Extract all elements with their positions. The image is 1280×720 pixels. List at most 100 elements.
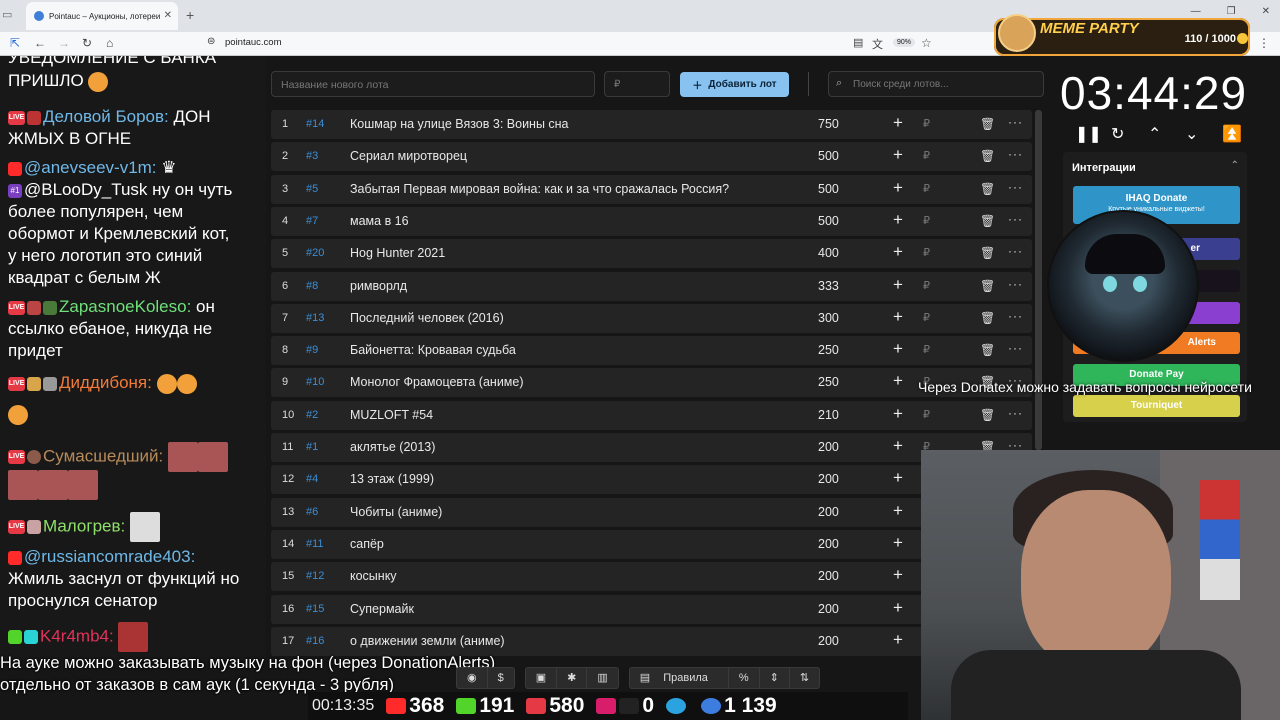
sort-icon[interactable]: ⇅ (790, 668, 819, 688)
lot-value[interactable]: 200 (818, 602, 839, 616)
lot-name[interactable]: о движении земли (аниме) (350, 634, 505, 648)
lot-id[interactable]: #9 (306, 344, 318, 356)
ruble-icon[interactable]: ₽ (923, 343, 930, 356)
more-options-icon[interactable]: ··· (1008, 341, 1023, 355)
more-options-icon[interactable]: ··· (1008, 277, 1023, 291)
lot-id[interactable]: #6 (306, 506, 318, 518)
add-amount-icon[interactable]: + (893, 565, 903, 585)
add-amount-icon[interactable]: + (893, 307, 903, 327)
delete-icon[interactable]: 🗑 (980, 279, 995, 293)
home-icon[interactable]: ⌂ (106, 36, 113, 50)
more-options-icon[interactable]: ··· (1008, 115, 1023, 129)
add-amount-icon[interactable]: + (893, 275, 903, 295)
lot-row[interactable]: 8 #9 Байонетта: Кровавая судьба 250 + ₽ 🗑 ··· (271, 336, 1032, 366)
favorite-star-icon[interactable]: ☆ (921, 36, 932, 50)
lot-row[interactable]: 12#413 этаж (1999)200+₽🗑··· (271, 465, 1032, 495)
lot-row[interactable]: 14#11сапёр200+₽🗑··· (271, 529, 1032, 559)
ruble-icon[interactable]: ₽ (923, 246, 930, 259)
lot-id[interactable]: #12 (306, 570, 324, 582)
lot-cost-input[interactable]: ₽ (604, 71, 670, 97)
lot-id[interactable]: #7 (306, 215, 318, 227)
lot-id[interactable]: #2 (306, 409, 318, 421)
lot-name[interactable]: Последний человек (2016) (350, 311, 504, 325)
lot-value[interactable]: 500 (818, 149, 839, 163)
add-amount-icon[interactable]: + (893, 371, 903, 391)
lot-name[interactable]: Кошмар на улице Вязов 3: Воины сна (350, 117, 569, 131)
ruble-icon[interactable]: ₽ (923, 117, 930, 130)
delete-icon[interactable]: 🗑 (980, 311, 995, 325)
add-amount-icon[interactable]: + (893, 533, 903, 553)
reset-icon[interactable]: ↻ (1111, 124, 1124, 144)
lot-value[interactable]: 250 (818, 375, 839, 389)
lot-name[interactable]: Байонетта: Кровавая судьба (350, 343, 516, 357)
back-icon[interactable]: ← (34, 36, 46, 50)
lot-value[interactable]: 300 (818, 311, 839, 325)
lot-name[interactable]: Монолог Фрамоцевта (аниме) (350, 375, 524, 389)
lot-name[interactable]: аклятье (2013) (350, 440, 435, 454)
percent-icon[interactable]: % (729, 668, 760, 688)
lot-row[interactable]: 2 #3 Сериал миротворец 500 + ₽ 🗑 ··· (271, 142, 1032, 172)
browser-tab[interactable]: Pointauc – Аукционы, лотереи ✕ (26, 2, 178, 30)
lot-id[interactable]: #1 (306, 441, 318, 453)
lot-id[interactable]: #10 (306, 376, 324, 388)
add-amount-icon[interactable]: + (893, 436, 903, 456)
lot-value[interactable]: 200 (818, 505, 839, 519)
reload-icon[interactable]: ↻ (82, 36, 92, 50)
lot-id[interactable]: #3 (306, 150, 318, 162)
lot-search-input[interactable]: ⌕ Поиск среди лотов... (828, 71, 1044, 97)
add-amount-icon[interactable]: + (893, 242, 903, 262)
delete-icon[interactable]: 🗑 (980, 149, 995, 163)
lot-row[interactable]: 7 #13 Последний человек (2016) 300 + ₽ 🗑 ··· (271, 303, 1032, 333)
rules-button[interactable]: ▤ Правила (630, 668, 729, 688)
ruble-icon[interactable]: ₽ (923, 408, 930, 421)
close-window-icon[interactable]: ✕ (1262, 6, 1270, 17)
workspace-icon[interactable]: ▭ (2, 8, 12, 21)
lot-name[interactable]: Супермайк (350, 602, 414, 616)
lot-id[interactable]: #4 (306, 473, 318, 485)
add-amount-icon[interactable]: + (893, 404, 903, 424)
lot-id[interactable]: #20 (306, 247, 324, 259)
more-options-icon[interactable]: ··· (1008, 180, 1023, 194)
more-options-icon[interactable]: ··· (1008, 406, 1023, 420)
delete-icon[interactable]: 🗑 (980, 246, 995, 260)
maximize-icon[interactable]: ❐ (1227, 6, 1236, 17)
lot-name[interactable]: косынку (350, 569, 397, 583)
lot-row[interactable]: 13#6Чобиты (аниме)200+₽🗑··· (271, 497, 1032, 527)
lot-id[interactable]: #8 (306, 280, 318, 292)
new-tab-button[interactable]: + (186, 7, 194, 23)
lot-value[interactable]: 500 (818, 182, 839, 196)
lot-name[interactable]: римворлд (350, 279, 407, 293)
lots-scrollbar[interactable] (1035, 110, 1042, 450)
more-options-icon[interactable]: ··· (1008, 309, 1023, 323)
menu-icon[interactable]: ⋮ (1258, 36, 1270, 50)
lot-value[interactable]: 333 (818, 279, 839, 293)
lot-name[interactable]: Чобиты (аниме) (350, 505, 442, 519)
ruble-icon[interactable]: ₽ (923, 149, 930, 162)
new-lot-input[interactable]: Название нового лота (271, 71, 595, 97)
translate-icon[interactable]: 文 (872, 36, 883, 52)
more-options-icon[interactable]: ··· (1008, 244, 1023, 258)
ruble-icon[interactable]: ₽ (923, 214, 930, 227)
delete-icon[interactable]: 🗑 (980, 117, 995, 131)
lot-row[interactable]: 10 #2 MUZLOFT #54 210 + ₽ 🗑 ··· (271, 400, 1032, 430)
lot-name[interactable]: мама в 16 (350, 214, 409, 228)
bug-icon[interactable]: ✱ (557, 668, 588, 688)
lot-id[interactable]: #15 (306, 603, 324, 615)
add-amount-icon[interactable]: + (893, 178, 903, 198)
lot-value[interactable]: 750 (818, 117, 839, 131)
lot-row[interactable]: 11 #1 аклятье (2013) 200 + ₽ 🗑 ··· (271, 433, 1032, 462)
add-time-up-icon[interactable]: ⌃ (1148, 124, 1161, 144)
sidebar-toggle-icon[interactable]: ⇱ (10, 36, 20, 50)
lot-value[interactable]: 250 (818, 343, 839, 357)
lot-name[interactable]: MUZLOFT #54 (350, 408, 433, 422)
add-amount-icon[interactable]: + (893, 501, 903, 521)
add-lot-button[interactable]: ＋ Добавить лот (680, 72, 789, 97)
reader-icon[interactable]: ▤ (853, 36, 863, 49)
pause-icon[interactable]: ❚❚ (1075, 124, 1102, 144)
lot-name[interactable]: Hog Hunter 2021 (350, 246, 445, 260)
add-amount-icon[interactable]: + (893, 339, 903, 359)
lot-value[interactable]: 200 (818, 472, 839, 486)
delete-icon[interactable]: 🗑 (980, 214, 995, 228)
split-icon[interactable]: ⇕ (760, 668, 790, 688)
github-icon[interactable]: ◉ (457, 668, 488, 688)
